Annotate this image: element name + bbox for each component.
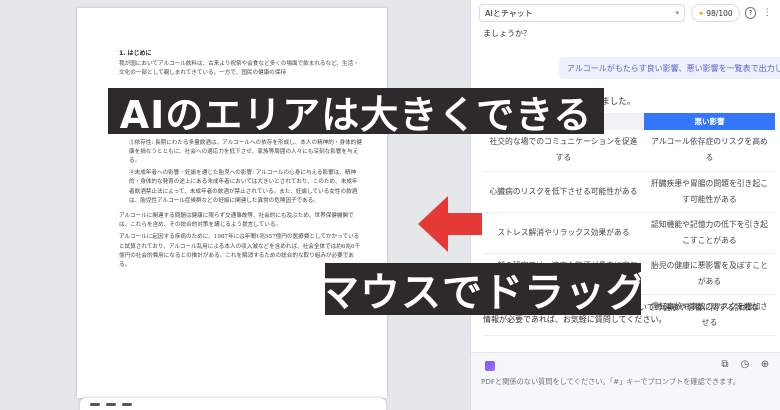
- table-cell-good: 心臓病のリスクを低下させる可能性がある: [483, 171, 644, 213]
- toolbar-tool-icon[interactable]: [106, 403, 116, 406]
- arrow-left-icon: [418, 196, 482, 252]
- history-icon[interactable]: ◷: [739, 359, 751, 370]
- more-icon[interactable]: ⋮: [761, 7, 773, 19]
- doc-paragraph-1: 我が国においてアルコール飲料は、古来より祝祭や会食など多くの場面で飲まれるなど、…: [119, 61, 359, 77]
- caption-top: AIのエリアは大きくできる: [108, 88, 604, 137]
- table-cell-bad: 認知機能や記憶力の低下を引き起こすことがある: [643, 212, 775, 254]
- ai-message-fragment: ましょうか？: [483, 29, 531, 38]
- model-select-label: AIとチャット: [485, 8, 533, 18]
- pdf-viewer[interactable]: 1. はじめに 我が国においてアルコール飲料は、古来より祝祭や会食など多くの場面…: [0, 0, 470, 410]
- doc-heading: 1. はじめに: [119, 50, 152, 57]
- doc-paragraph-4: ④未成年者への影響・妊娠を通じた胎児への影響: アルコールの心身に与える影響は、…: [129, 170, 358, 204]
- credits-badge[interactable]: ✦ 98/100: [690, 4, 740, 22]
- table-cell-bad: 胎児の健康に悪影響を及ぼすことがある: [643, 253, 775, 295]
- page-toolbar[interactable]: [80, 398, 386, 410]
- copy-icon[interactable]: ⧉: [719, 359, 731, 370]
- table-header-bad: 悪い影響: [643, 113, 775, 130]
- table-cell-bad: アルコール依存症のリスクを高める: [643, 130, 775, 172]
- doc-paragraph-3: ②依存性: 長期にわたる多量飲酒は、アルコールへの依存を形成し、本人の精神的・身…: [129, 139, 362, 165]
- table-cell-good: ストレス解消やリラックス効果がある: [483, 212, 644, 254]
- credits-count: 98/100: [706, 8, 733, 18]
- doc-paragraph-5: アルコールに関連する問題は健康に限らず交通事故等、社会的にも及ぶため、世界保健機…: [119, 213, 354, 229]
- table-row: 心臓病のリスクを低下させる可能性がある 肝臓疾患や胃腸の問題を引き起こす可能性があ…: [483, 171, 775, 213]
- chat-header: AIとチャット ▾ ✦ 98/100 ? ⋮: [471, 0, 780, 26]
- toolbar-tool-icon[interactable]: [122, 403, 132, 406]
- toolbar-tool-icon[interactable]: [90, 403, 100, 406]
- ai-chat-panel: AIとチャット ▾ ✦ 98/100 ? ⋮ ましょうか？ アルコールがもたらす…: [470, 0, 780, 410]
- chevron-down-icon: ▾: [675, 9, 679, 17]
- input-actions: ⧉ ◷ ⊕: [719, 359, 771, 370]
- model-select[interactable]: AIとチャット ▾: [479, 4, 685, 22]
- star-icon: ✦: [697, 8, 705, 18]
- caption-bottom-text: マウスでドラッグ: [319, 270, 647, 316]
- caption-top-text: AIのエリアは大きくできる: [119, 92, 593, 137]
- table-cell-bad: 肝臓疾患や胃腸の問題を引き起こす可能性がある: [643, 171, 775, 213]
- prompt-input[interactable]: [481, 377, 773, 386]
- user-message: アルコールがもたらす良い影響、悪い影響を一覧表で出力して: [559, 57, 780, 79]
- new-chat-icon[interactable]: ⊕: [759, 359, 771, 370]
- caption-bottom: マウスでドラッグ: [319, 263, 646, 316]
- help-icon[interactable]: ?: [744, 7, 757, 19]
- chat-input-bar: ⧉ ◷ ⊕: [471, 352, 780, 410]
- app-logo-icon: [485, 361, 495, 371]
- table-row: ストレス解消やリラックス効果がある 認知機能や記憶力の低下を引き起こすことがある: [483, 212, 775, 254]
- pdf-page: 1. はじめに 我が国においてアルコール飲料は、古来より祝祭や会食など多くの場面…: [77, 8, 387, 398]
